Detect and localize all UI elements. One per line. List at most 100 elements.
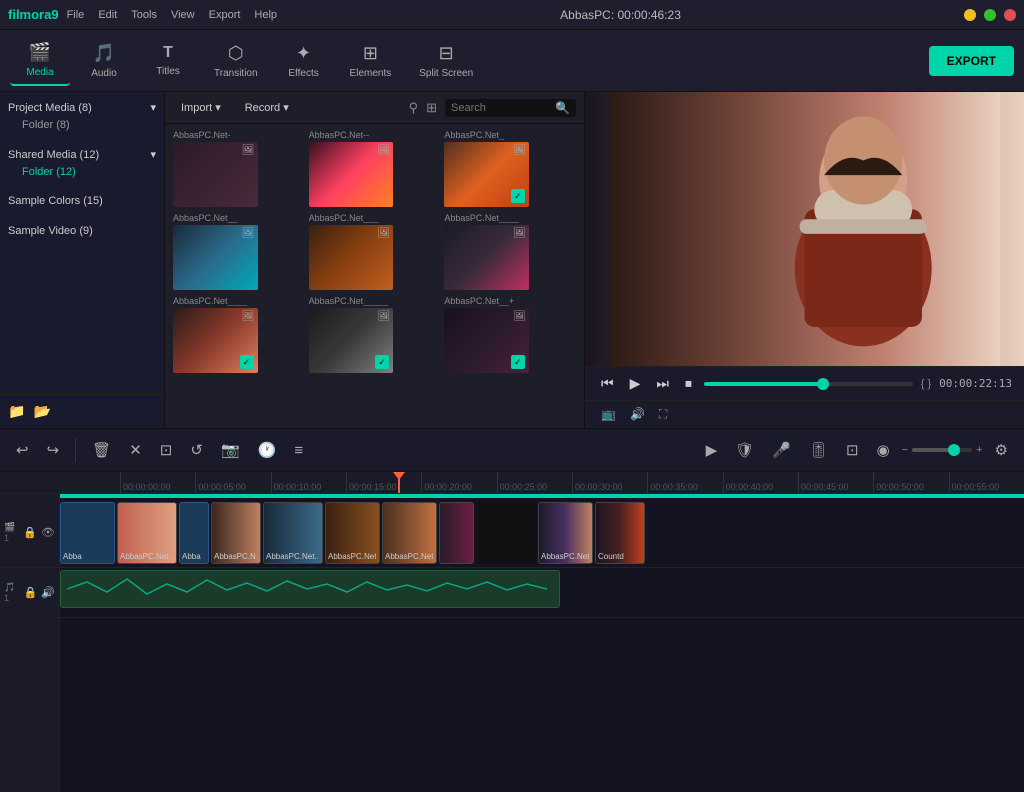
clip-8[interactable]: AbbasPC.Net...	[538, 502, 593, 564]
toolbar-transition[interactable]: ⬡ Transition	[202, 37, 270, 85]
toolbar-elements[interactable]: ⊞ Elements	[338, 37, 404, 85]
zoom-plus[interactable]: +	[976, 444, 982, 456]
thumb-7[interactable]: 🖼 ✓	[309, 308, 394, 373]
rotate-button[interactable]: ↺	[184, 437, 209, 463]
timeline-ruler: 00:00:00:00 00:00:05:00 00:00:10:00 00:0…	[0, 472, 1024, 494]
preview-tool-1[interactable]: 📺	[597, 405, 620, 424]
thumb-img-icon-7: 🖼	[377, 311, 390, 322]
thumb-3[interactable]: 🖼	[173, 225, 258, 290]
eye-icon[interactable]: 👁	[41, 526, 55, 539]
play-button[interactable]: ▶	[626, 373, 645, 394]
thumb-row-3: 🖼 ✓ 🖼 ✓ 🖼 ✓	[165, 308, 584, 375]
thumb-6[interactable]: 🖼 ✓	[173, 308, 258, 373]
audio-lock-icon[interactable]: 🔒	[24, 586, 38, 599]
timer-button[interactable]: 🕐	[252, 437, 283, 463]
thumb-5[interactable]: 🖼	[444, 225, 529, 290]
cut-button[interactable]: ✕	[123, 437, 148, 463]
menu-export[interactable]: Export	[209, 9, 241, 21]
shared-media-chevron: ▾	[150, 148, 156, 161]
import-button[interactable]: Import ▾	[173, 98, 229, 117]
clip-2[interactable]: Abba	[179, 502, 209, 564]
time-mark-6: 00:00:30:00	[572, 472, 647, 494]
toolbar-audio[interactable]: 🎵 Audio	[74, 37, 134, 85]
clip-5[interactable]: AbbasPC.Net...	[325, 502, 380, 564]
menu-tools[interactable]: Tools	[131, 9, 157, 21]
filter-icon[interactable]: ⚲	[409, 100, 419, 116]
search-input[interactable]	[451, 102, 551, 114]
clip-1[interactable]: AbbasPC.Net...	[117, 502, 177, 564]
clip-4[interactable]: AbbasPC.Net...	[263, 502, 323, 564]
toolbar-titles[interactable]: T Titles	[138, 38, 198, 83]
track-add-button[interactable]: ▶	[700, 437, 724, 463]
settings-button[interactable]: ⚙	[989, 437, 1014, 463]
sample-video-header[interactable]: Sample Video (9)	[8, 222, 156, 240]
maximize-button[interactable]	[984, 9, 996, 21]
clip-6[interactable]: AbbasPC.Net...	[382, 502, 437, 564]
clip-7[interactable]	[439, 502, 474, 564]
folder-12-item[interactable]: Folder (12)	[8, 164, 156, 180]
export-button[interactable]: EXPORT	[929, 46, 1014, 76]
thumb-4[interactable]: 🖼	[309, 225, 394, 290]
audio-clip[interactable]	[60, 570, 560, 608]
shared-media-header[interactable]: Shared Media (12) ▾	[8, 145, 156, 164]
time-mark-11: 00:00:55:00	[949, 472, 1024, 494]
preview-progress-bar[interactable]	[704, 382, 913, 386]
thumb-0[interactable]: 🖼	[173, 142, 258, 207]
snapshot-button[interactable]: 📷	[215, 437, 246, 463]
zoom-slider[interactable]	[912, 448, 972, 452]
pip-button[interactable]: ⊡	[840, 437, 865, 463]
time-mark-1: 00:00:05:00	[195, 472, 270, 494]
search-icon: 🔍	[555, 101, 570, 115]
time-mark-10: 00:00:50:00	[873, 472, 948, 494]
media-panel-toolbar: Import ▾ Record ▾ ⚲ ⊞ 🔍	[165, 92, 584, 124]
zoom-minus[interactable]: −	[902, 444, 908, 456]
audio-mix-button[interactable]: 🎚	[803, 437, 834, 463]
menu-file[interactable]: File	[67, 9, 85, 21]
delete-button[interactable]: 🗑	[86, 437, 117, 463]
crop-button[interactable]: ⊡	[154, 437, 179, 463]
folder-8-item[interactable]: Folder (8)	[8, 117, 156, 133]
thumb-check-7: ✓	[375, 355, 389, 369]
thumb-8[interactable]: 🖼 ✓	[444, 308, 529, 373]
clip-3[interactable]: AbbasPC.N.	[211, 502, 261, 564]
import-icon[interactable]: 📂	[33, 403, 50, 420]
audio-speaker-icon[interactable]: 🔊	[41, 586, 55, 599]
titlebar-left: filmora9 File Edit Tools View Export Hel…	[8, 7, 277, 22]
undo-button[interactable]: ↩	[10, 437, 35, 463]
stop-button[interactable]: ⏹	[681, 373, 696, 394]
sample-colors-header[interactable]: Sample Colors (15)	[8, 192, 156, 210]
minimize-button[interactable]	[964, 9, 976, 21]
close-button[interactable]	[1004, 9, 1016, 21]
preview-fullscreen-button[interactable]: ⛶	[655, 405, 671, 424]
shared-media-section: Shared Media (12) ▾ Folder (12)	[0, 139, 164, 186]
mic-button[interactable]: 🎤	[766, 437, 797, 463]
toolbar-media[interactable]: 🎬 Media	[10, 36, 70, 86]
menu-bar: File Edit Tools View Export Help	[67, 9, 277, 21]
time-mark-5: 00:00:25:00	[497, 472, 572, 494]
redo-button[interactable]: ↪	[41, 437, 66, 463]
color-button[interactable]: ◉	[871, 437, 896, 463]
preview-progress-handle[interactable]	[817, 378, 829, 390]
lock-icon[interactable]: 🔒	[23, 526, 37, 539]
go-start-button[interactable]: ⏮	[597, 373, 618, 394]
more-button[interactable]: ≡	[288, 438, 309, 463]
fast-forward-button[interactable]: ⏭	[652, 373, 673, 394]
toolbar-splitscreen[interactable]: ⊟ Split Screen	[407, 37, 485, 85]
toolbar-effects[interactable]: ✦ Effects	[274, 37, 334, 85]
motion-button[interactable]: 🛡	[729, 437, 760, 463]
grid-view-icon[interactable]: ⊞	[426, 100, 437, 116]
clip-9[interactable]: Countd	[595, 502, 645, 564]
zoom-handle[interactable]	[948, 444, 960, 456]
menu-view[interactable]: View	[171, 9, 195, 21]
menu-help[interactable]: Help	[254, 9, 277, 21]
record-button[interactable]: Record ▾	[237, 98, 297, 117]
thumb-2[interactable]: 🖼 ✓	[444, 142, 529, 207]
preview-tool-2[interactable]: 🔊	[626, 405, 649, 424]
menu-edit[interactable]: Edit	[98, 9, 117, 21]
add-folder-icon[interactable]: 📁	[8, 403, 25, 420]
thumb-1[interactable]: 🖼	[309, 142, 394, 207]
media-search-box[interactable]: 🔍	[445, 99, 576, 117]
clip-0[interactable]: Abba	[60, 502, 115, 564]
project-media-header[interactable]: Project Media (8) ▾	[8, 98, 156, 117]
clip-6-label: AbbasPC.Net...	[385, 552, 433, 561]
